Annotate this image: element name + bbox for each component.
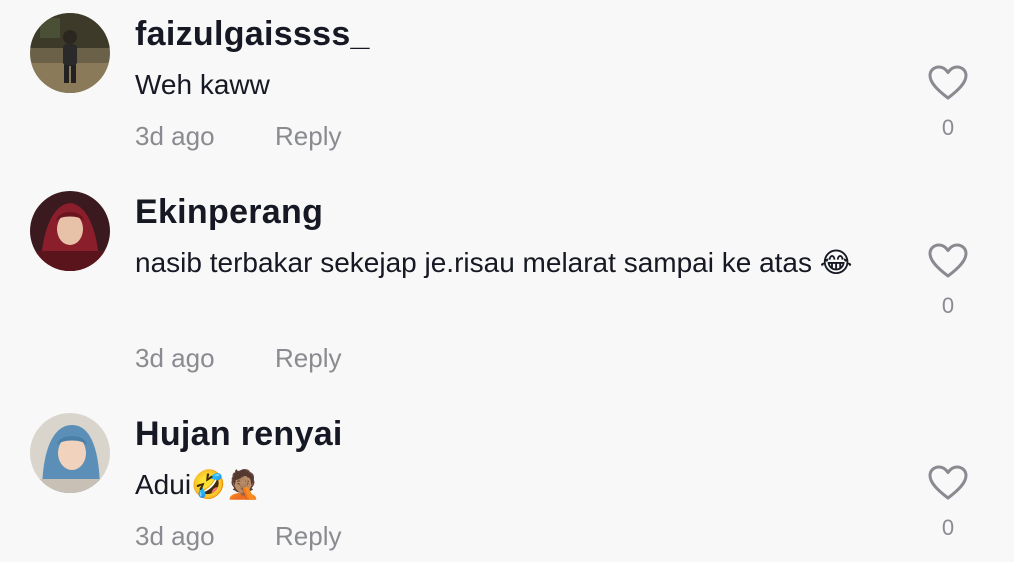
comment-meta: 3d ago Reply (135, 521, 341, 552)
user-avatar[interactable] (30, 413, 110, 493)
comment-username[interactable]: Hujan renyai (135, 415, 343, 454)
comment-list: faizulgaissss_ Weh kaww 3d ago Reply 0 Ek… (0, 0, 1014, 562)
heart-icon[interactable] (928, 65, 968, 101)
heart-icon[interactable] (928, 243, 968, 279)
like-control: 0 (926, 65, 970, 141)
like-control: 0 (926, 243, 970, 319)
comment-item: faizulgaissss_ Weh kaww 3d ago Reply 0 (0, 13, 1014, 173)
comment-meta: 3d ago Reply (135, 121, 341, 152)
comment-text: Adui🤣🤦🏽 (135, 469, 261, 500)
comment-timestamp: 3d ago (135, 121, 215, 151)
heart-icon[interactable] (928, 465, 968, 501)
comment-username[interactable]: Ekinperang (135, 193, 323, 232)
like-count: 0 (941, 515, 955, 540)
like-control: 0 (926, 465, 970, 541)
comment-meta: 3d ago Reply (135, 343, 341, 374)
comment-timestamp: 3d ago (135, 521, 215, 551)
comment-timestamp: 3d ago (135, 343, 215, 373)
comment-text: Weh kaww (135, 69, 270, 100)
comment-item: Ekinperang nasib terbakar sekejap je.ris… (0, 191, 1014, 391)
avatar-photo-icon (30, 413, 110, 493)
reply-button[interactable]: Reply (275, 521, 341, 552)
like-count: 0 (941, 293, 955, 318)
comment-item: Hujan renyai Adui🤣🤦🏽 3d ago Reply 0 (0, 413, 1014, 562)
user-avatar[interactable] (30, 13, 110, 93)
reply-button[interactable]: Reply (275, 121, 341, 152)
avatar-photo-icon (30, 13, 110, 93)
comment-username[interactable]: faizulgaissss_ (135, 15, 370, 54)
user-avatar[interactable] (30, 191, 110, 271)
like-count: 0 (941, 115, 955, 140)
avatar-photo-icon (30, 191, 110, 271)
comment-text: nasib terbakar sekejap je.risau melarat … (135, 247, 853, 278)
reply-button[interactable]: Reply (275, 343, 341, 374)
